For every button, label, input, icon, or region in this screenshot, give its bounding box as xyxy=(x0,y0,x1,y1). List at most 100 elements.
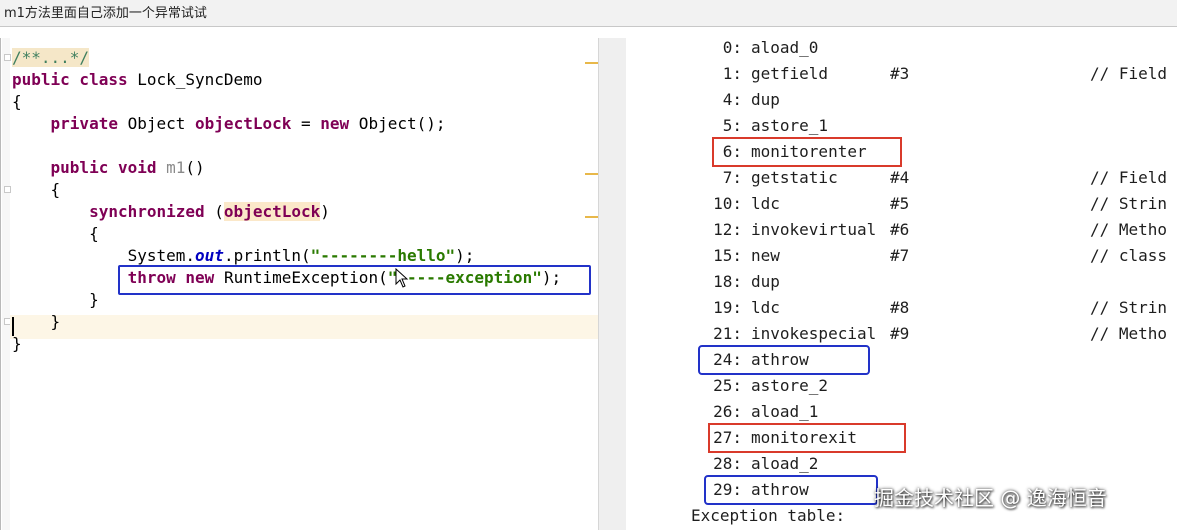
bytecode-offset: 4: xyxy=(722,90,742,109)
bytecode-instruction: 21: invokespecial #9 // Metho xyxy=(626,321,1177,347)
bytecode-instruction: 0: aload_0 xyxy=(626,38,1177,61)
code-line-brace: { xyxy=(12,91,22,113)
bytecode-opcode: aload_0 xyxy=(751,38,819,57)
bytecode-offset: 10: xyxy=(713,194,742,213)
bytecode-offset: 15: xyxy=(713,246,742,265)
constructor: Object(); xyxy=(349,114,446,133)
code-line-method: public void m1() xyxy=(12,157,205,179)
brace: { xyxy=(89,224,99,243)
call: .println( xyxy=(223,246,311,265)
string-literal: "-----exception" xyxy=(387,268,542,287)
bytecode-opcode: monitorenter xyxy=(751,142,867,161)
assign: = xyxy=(291,114,321,133)
bytecode-operand: #5 xyxy=(890,194,910,213)
bytecode-operand: #4 xyxy=(890,168,910,187)
bytecode-offset: 26: xyxy=(713,402,742,421)
bytecode-opcode: new xyxy=(751,246,780,265)
bytecode-opcode: athrow xyxy=(751,480,809,499)
bytecode-operand: #9 xyxy=(890,324,910,343)
code-line-print: System.out.println("--------hello"); xyxy=(12,245,475,267)
bytecode-opcode: aload_1 xyxy=(751,402,819,421)
bytecode-opcode: ldc xyxy=(751,298,780,317)
bytecode-instruction: 27: monitorexit xyxy=(626,425,1177,451)
code-line-field: private Object objectLock = new Object()… xyxy=(12,113,446,135)
bytecode-comment: // Field xyxy=(1090,64,1168,83)
bytecode-comment: // Strin xyxy=(1090,194,1168,213)
bytecode-offset: 1: xyxy=(722,64,742,83)
editor-gutter xyxy=(2,38,11,530)
type: Object xyxy=(117,114,196,133)
bytecode-comment: // class xyxy=(1090,246,1168,265)
bytecode-offset: 5: xyxy=(722,116,742,135)
exception-class: RuntimeException( xyxy=(214,268,388,287)
bytecode-opcode: dup xyxy=(751,90,780,109)
keyword: public void xyxy=(50,158,157,177)
bytecode-offset: 12: xyxy=(713,220,742,239)
class-name: Lock_SyncDemo xyxy=(127,70,263,89)
brace: } xyxy=(50,312,61,331)
field-name: objectLock xyxy=(195,114,292,133)
bytecode-operand: #6 xyxy=(890,220,910,239)
bytecode-opcode: invokespecial xyxy=(751,324,877,343)
bytecode-instruction: 15: new #7 // class xyxy=(626,243,1177,269)
code-line-throw: throw new RuntimeException("-----excepti… xyxy=(12,267,562,289)
bytecode-instruction: 5: astore_1 xyxy=(626,113,1177,139)
fold-marker[interactable] xyxy=(4,186,11,193)
collapsed-comment[interactable]: /**...*/ xyxy=(12,48,90,67)
window-title: m1方法里面自己添加一个异常试试 xyxy=(0,0,1177,27)
bytecode-instruction: 10: ldc #5 // Strin xyxy=(626,191,1177,217)
bytecode-instruction: 7: getstatic #4 // Field xyxy=(626,165,1177,191)
keyword: synchronized xyxy=(89,202,205,221)
mouse-cursor-icon xyxy=(395,268,409,288)
bytecode-instruction: 19: ldc #8 // Strin xyxy=(626,295,1177,321)
code-line-brace: { xyxy=(12,179,61,201)
bytecode-offset: 19: xyxy=(713,298,742,317)
bytecode-opcode: astore_1 xyxy=(751,116,829,135)
bytecode-operand: #7 xyxy=(890,246,910,265)
code-line-sync: synchronized (objectLock) xyxy=(12,201,330,223)
code-line-brace: } xyxy=(12,333,22,355)
bytecode-opcode: monitorexit xyxy=(751,428,857,447)
bytecode-offset: 28: xyxy=(713,454,742,473)
code-line-class: public class Lock_SyncDemo xyxy=(12,69,262,91)
bytecode-offset: 24: xyxy=(713,350,742,369)
bytecode-instruction: 12: invokevirtual #6 // Metho xyxy=(626,217,1177,243)
call-end: ); xyxy=(455,246,475,265)
bytecode-comment: // Field xyxy=(1090,168,1168,187)
brace: } xyxy=(12,334,22,353)
bytecode-offset: 6: xyxy=(722,142,742,161)
bytecode-offset: 27: xyxy=(713,428,742,447)
bytecode-instruction: 4: dup xyxy=(626,87,1177,113)
fold-marker[interactable] xyxy=(4,54,11,61)
bytecode-instruction: 26: aload_1 xyxy=(626,399,1177,425)
overview-ruler-mark[interactable] xyxy=(585,62,599,64)
pane-divider[interactable] xyxy=(598,38,627,530)
class-ref: System. xyxy=(127,246,196,265)
method-name: m1 xyxy=(166,158,186,177)
keyword: new xyxy=(320,114,350,133)
bytecode-operand: #8 xyxy=(890,298,910,317)
paren: ( xyxy=(204,202,224,221)
brace: } xyxy=(89,290,99,309)
code-line-brace: } xyxy=(12,289,99,311)
watermark: 掘金技术社区 @ 逸海恒音 xyxy=(874,486,1107,510)
code-line-brace: { xyxy=(12,223,99,245)
overview-ruler-mark[interactable] xyxy=(585,216,599,218)
overview-ruler-mark[interactable] xyxy=(585,173,599,175)
bytecode-instruction: 1: getfield #3 // Field xyxy=(626,61,1177,87)
bytecode-offset: 29: xyxy=(713,480,742,499)
bytecode-offset: 7: xyxy=(722,168,742,187)
params: () xyxy=(185,158,205,177)
current-line-highlight xyxy=(10,315,599,339)
bytecode-opcode: aload_2 xyxy=(751,454,819,473)
java-editor[interactable]: /**...*/ public class Lock_SyncDemo { pr… xyxy=(0,38,599,530)
bytecode-view: 0: aload_0 1: getfield #3 // Field 4: dup 5: asto… xyxy=(626,38,1177,530)
keyword: public class xyxy=(12,70,128,89)
static-field: out xyxy=(195,246,224,265)
bytecode-instruction: 25: astore_2 xyxy=(626,373,1177,399)
exception-table-label: Exception table: xyxy=(691,506,846,525)
bytecode-instruction: 18: dup xyxy=(626,269,1177,295)
brace: { xyxy=(12,92,22,111)
bytecode-comment: // Metho xyxy=(1090,220,1168,239)
bytecode-comment: // Metho xyxy=(1090,324,1168,343)
